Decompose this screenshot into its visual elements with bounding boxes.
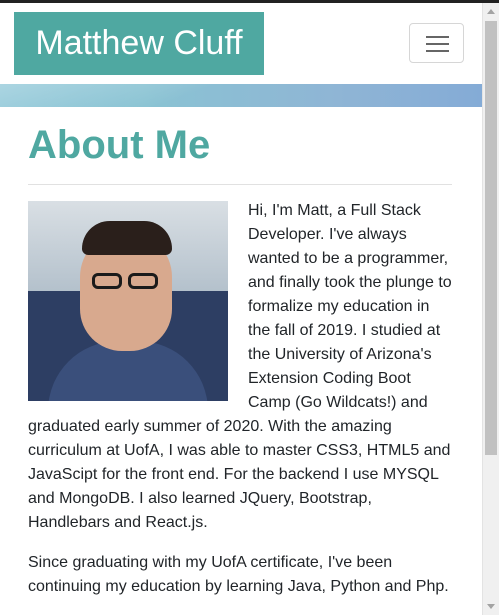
about-section: About Me Hi, I'm Matt, a Full Stack Deve… <box>28 107 452 615</box>
title-divider <box>28 184 452 185</box>
navbar-toggle-button[interactable] <box>409 23 464 63</box>
navbar: Matthew Cluff <box>0 3 482 84</box>
about-paragraph: Since graduating with my UofA certificat… <box>28 554 449 595</box>
scroll-up-arrow-icon[interactable] <box>487 9 495 14</box>
scroll-down-arrow-icon[interactable] <box>487 604 495 609</box>
vertical-scrollbar[interactable] <box>482 3 499 615</box>
page-viewport: Matthew Cluff About Me Hi, I'm Matt, a F… <box>0 3 482 615</box>
page-title: About Me <box>28 123 211 167</box>
brand-logo-link[interactable]: Matthew Cluff <box>14 12 264 75</box>
scrollbar-thumb[interactable] <box>485 21 497 455</box>
profile-photo <box>28 201 228 401</box>
header-banner <box>0 84 482 107</box>
